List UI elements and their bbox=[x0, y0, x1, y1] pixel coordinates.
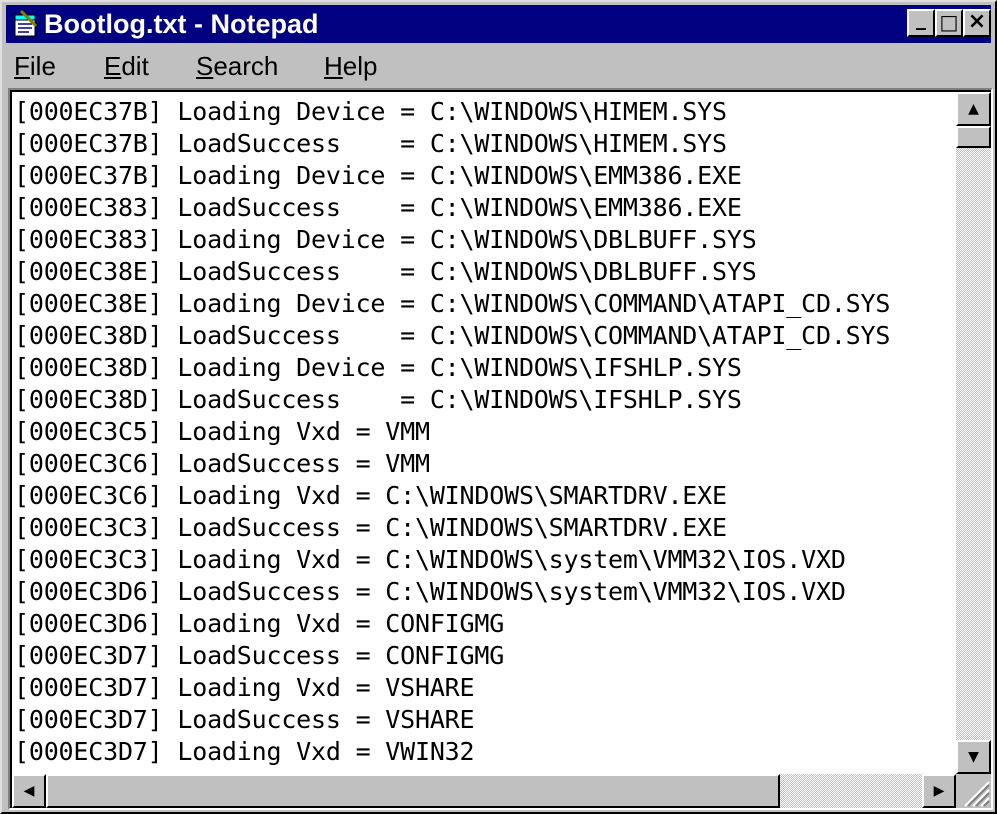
window-title: Bootlog.txt - Notepad bbox=[44, 9, 319, 39]
menu-help-accel: H bbox=[324, 51, 343, 81]
text-line: [000EC3D6] LoadSuccess = C:\WINDOWS\syst… bbox=[14, 577, 846, 606]
horizontal-scrollbar[interactable]: ◀ ▶ bbox=[12, 774, 956, 808]
size-grip[interactable] bbox=[956, 774, 991, 808]
menu-search-label: earch bbox=[213, 51, 279, 81]
close-button[interactable]: × bbox=[963, 9, 991, 37]
editor-frame: [000EC37B] Loading Device = C:\WINDOWS\H… bbox=[8, 88, 993, 810]
text-line: [000EC37B] LoadSuccess = C:\WINDOWS\HIME… bbox=[14, 129, 727, 158]
maximize-icon: □ bbox=[939, 10, 959, 34]
menu-help-label: elp bbox=[342, 51, 378, 81]
text-line: [000EC383] LoadSuccess = C:\WINDOWS\EMM3… bbox=[14, 193, 742, 222]
vertical-scrollbar[interactable]: ▲ ▼ bbox=[956, 92, 991, 774]
menu-edit-label: dit bbox=[121, 51, 149, 81]
text-line: [000EC3C3] LoadSuccess = C:\WINDOWS\SMAR… bbox=[14, 513, 727, 542]
vertical-scroll-thumb[interactable] bbox=[956, 126, 991, 148]
menu-help[interactable]: Help bbox=[324, 51, 377, 81]
minimize-icon: _ bbox=[916, 6, 926, 30]
menu-bar: File Edit Search Help bbox=[6, 45, 991, 85]
menu-search-accel: S bbox=[196, 51, 214, 81]
notepad-window: Bootlog.txt - Notepad _ □ × File Edit Se… bbox=[0, 0, 997, 814]
minimize-button[interactable]: _ bbox=[907, 6, 935, 37]
text-line: [000EC3D7] Loading Vxd = VSHARE bbox=[14, 673, 475, 702]
text-line: [000EC3C3] Loading Vxd = C:\WINDOWS\syst… bbox=[14, 545, 846, 574]
text-line: [000EC3D7] LoadSuccess = VSHARE bbox=[14, 705, 475, 734]
up-arrow-icon: ▲ bbox=[968, 101, 979, 117]
text-line: [000EC3D7] LoadSuccess = CONFIGMG bbox=[14, 641, 505, 670]
text-line: [000EC38D] Loading Device = C:\WINDOWS\I… bbox=[14, 353, 742, 382]
text-line: [000EC3D6] Loading Vxd = CONFIGMG bbox=[14, 609, 505, 638]
scroll-down-button[interactable]: ▼ bbox=[956, 740, 991, 774]
menu-file-label: ile bbox=[29, 51, 56, 81]
down-arrow-icon: ▼ bbox=[968, 749, 979, 765]
editor-inner: [000EC37B] Loading Device = C:\WINDOWS\H… bbox=[10, 90, 991, 808]
text-line: [000EC3C6] Loading Vxd = C:\WINDOWS\SMAR… bbox=[14, 481, 727, 510]
menu-edit[interactable]: Edit bbox=[104, 51, 149, 81]
text-line: [000EC383] Loading Device = C:\WINDOWS\D… bbox=[14, 225, 757, 254]
text-line: [000EC38D] LoadSuccess = C:\WINDOWS\COMM… bbox=[14, 321, 891, 350]
menu-file[interactable]: File bbox=[14, 51, 56, 81]
menu-edit-accel: E bbox=[104, 51, 122, 81]
text-area[interactable]: [000EC37B] Loading Device = C:\WINDOWS\H… bbox=[14, 96, 954, 768]
close-icon: × bbox=[967, 9, 987, 34]
right-arrow-icon: ▶ bbox=[933, 783, 945, 799]
menu-file-accel: F bbox=[14, 51, 30, 81]
horizontal-scroll-thumb[interactable] bbox=[46, 774, 780, 808]
scroll-right-button[interactable]: ▶ bbox=[922, 774, 956, 808]
text-line: [000EC38E] Loading Device = C:\WINDOWS\C… bbox=[14, 289, 891, 318]
text-line: [000EC38E] LoadSuccess = C:\WINDOWS\DBLB… bbox=[14, 257, 757, 286]
text-line: [000EC37B] Loading Device = C:\WINDOWS\E… bbox=[14, 161, 742, 190]
scroll-left-button[interactable]: ◀ bbox=[12, 774, 46, 808]
text-line: [000EC3C5] Loading Vxd = VMM bbox=[14, 417, 430, 446]
text-line: [000EC3D7] Loading Vxd = VWIN32 bbox=[14, 737, 475, 766]
left-arrow-icon: ◀ bbox=[23, 783, 35, 799]
maximize-button[interactable]: □ bbox=[935, 9, 963, 37]
menu-search[interactable]: Search bbox=[196, 51, 278, 81]
text-line: [000EC38D] LoadSuccess = C:\WINDOWS\IFSH… bbox=[14, 385, 742, 414]
scroll-up-button[interactable]: ▲ bbox=[956, 92, 991, 126]
title-bar[interactable]: Bootlog.txt - Notepad _ □ × bbox=[6, 5, 991, 43]
text-line: [000EC37B] Loading Device = C:\WINDOWS\H… bbox=[14, 97, 727, 126]
text-line: [000EC3C6] LoadSuccess = VMM bbox=[14, 449, 430, 478]
notepad-icon[interactable] bbox=[12, 10, 40, 38]
size-grip-icon bbox=[964, 781, 990, 807]
